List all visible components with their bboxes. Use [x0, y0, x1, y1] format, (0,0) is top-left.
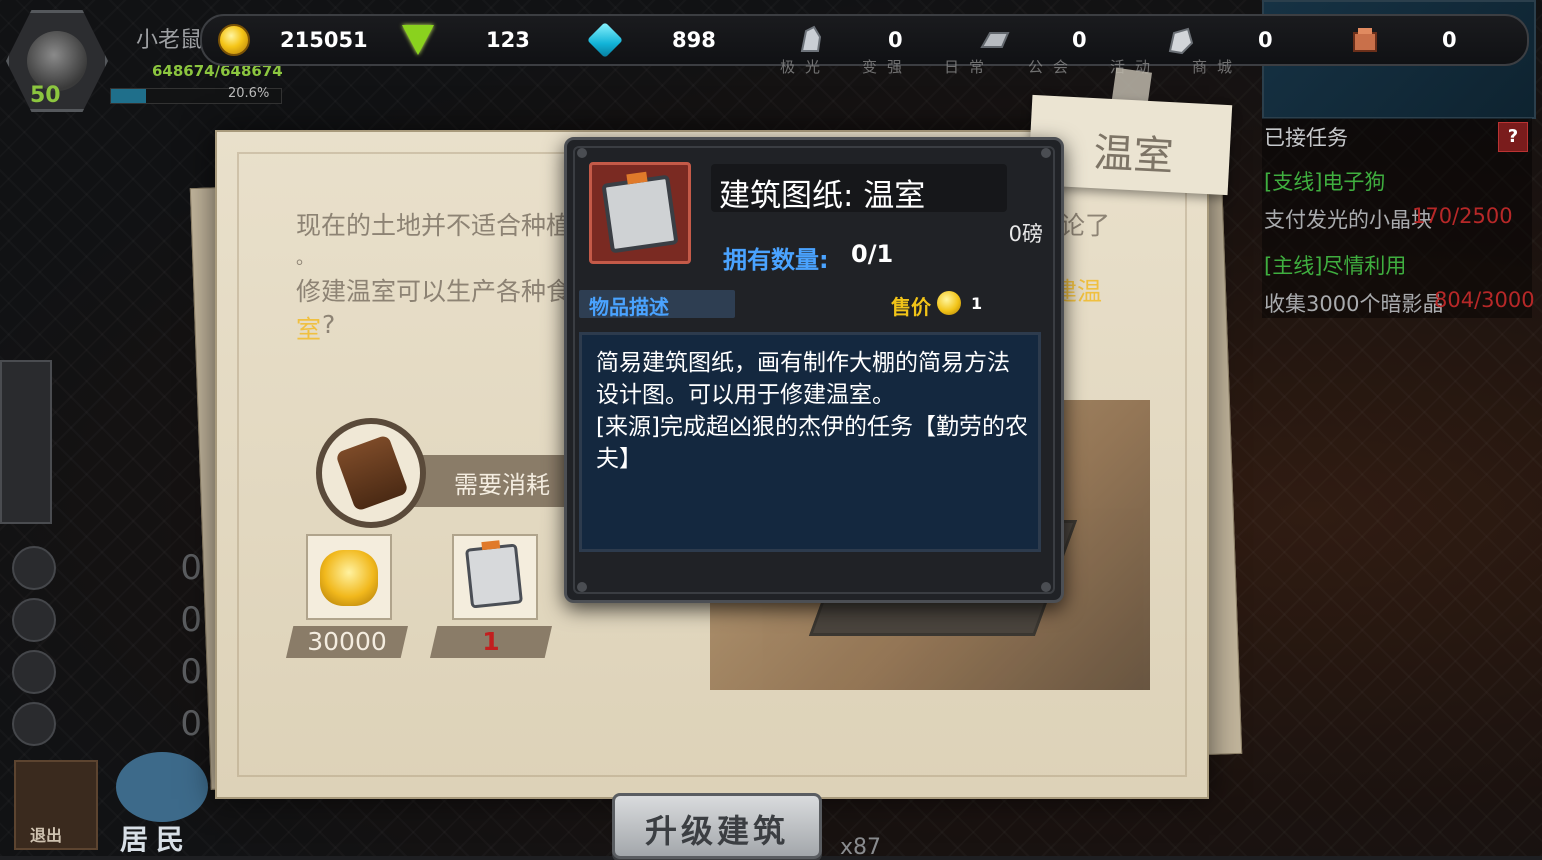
residents-icon[interactable]	[116, 752, 208, 822]
notice-title: 温室	[1092, 130, 1175, 181]
silver-ore-icon	[1168, 27, 1194, 55]
quest-tag-2[interactable]: [主线]尽情利用	[1264, 250, 1406, 280]
item-description: 简易建筑图纸，画有制作大棚的简易方法设计图。可以用于修建温室。 [来源]完成超凶…	[596, 350, 1028, 472]
gold-coin-stack-icon	[320, 550, 378, 606]
blue-diamond-icon	[586, 21, 624, 59]
quest-tag-1[interactable]: [支线]电子狗	[1264, 166, 1385, 196]
notice-text-line4-highlight: 室	[296, 315, 322, 344]
item-name-box: 建筑图纸: 温室	[711, 164, 1007, 214]
item-tooltip: 建筑图纸: 温室 0磅 拥有数量: 0/1 物品描述 售价 1 简易建筑图纸，画…	[564, 137, 1064, 603]
owned-count-label: 拥有数量:	[723, 246, 829, 274]
side-counter-metal: 0	[12, 650, 202, 694]
notice-text-line4-tail: ?	[322, 310, 336, 339]
resource-diamond[interactable]: 898	[586, 16, 716, 64]
metal-ingot-icon	[12, 650, 56, 694]
residents-label: 居民	[120, 823, 193, 856]
box-icon	[12, 546, 56, 590]
cost-blueprint-slot[interactable]	[452, 534, 538, 620]
resource-green-gem[interactable]: 123	[402, 16, 530, 64]
silver-ore-icon	[12, 598, 56, 642]
tab-aurora[interactable]: 极光	[780, 56, 830, 77]
wolf-avatar-icon	[27, 31, 87, 91]
tab-guild[interactable]: 公会	[1028, 56, 1078, 77]
player-level: 50	[30, 83, 61, 108]
item-weight: 0磅	[1008, 222, 1043, 246]
tab-shop[interactable]: 商城	[1192, 56, 1242, 77]
notice-text-line1: 现在的土地并不适合种植	[296, 211, 572, 240]
cost-gold-value: 30000	[286, 626, 408, 658]
crystal-fragment-icon	[12, 702, 56, 746]
owned-count-value: 0/1	[851, 240, 894, 268]
cost-blueprint-value: 1	[430, 626, 552, 658]
gold-coin-icon	[218, 24, 250, 56]
quest-progress-1: 170/2500	[1412, 204, 1513, 228]
resource-redbox[interactable]: 0	[1350, 16, 1457, 64]
cost-gold-slot[interactable]	[306, 534, 392, 620]
sell-price-label: 售价	[891, 295, 931, 319]
blueprint-icon	[601, 174, 679, 254]
sell-price-value: 1	[971, 294, 983, 313]
tab-daily[interactable]: 日常	[944, 56, 994, 77]
item-description-tab: 物品描述	[579, 290, 735, 319]
notice-text-line3: 修建温室可以生产各种食	[296, 277, 572, 306]
item-name: 建筑图纸: 温室	[719, 178, 926, 214]
item-slot	[589, 162, 691, 264]
exp-bar-fill	[111, 89, 147, 103]
hammer-tool-icon	[316, 418, 426, 528]
item-description-box: 简易建筑图纸，画有制作大棚的简易方法设计图。可以用于修建温室。 [来源]完成超凶…	[579, 332, 1041, 552]
side-expand-arrow[interactable]	[0, 360, 52, 524]
blueprint-icon	[465, 543, 523, 609]
upgrade-building-button[interactable]: 升级建筑	[612, 793, 822, 859]
side-counter-crystal: 0	[12, 702, 202, 746]
quest-panel[interactable]: 已接任务 ? [支线]电子狗 支付发光的小晶块 170/2500 [主线]尽情利…	[1262, 118, 1535, 318]
crystal-fragment-icon	[800, 25, 822, 52]
metal-ingot-icon	[980, 32, 1010, 48]
quest-progress-2: 804/3000	[1434, 288, 1535, 312]
player-name: 小老鼠	[136, 28, 203, 53]
exp-percent: 20.6%	[228, 86, 270, 101]
side-counter-box: 0	[12, 546, 202, 590]
notice-text-line1-tail: 论了	[1060, 211, 1111, 240]
notice-text-line2: 。	[296, 248, 314, 269]
resource-gold[interactable]: 215051	[218, 16, 368, 64]
unit-count: x87	[840, 835, 882, 860]
quest-desc-2: 收集3000个暗影晶	[1264, 292, 1444, 316]
side-counter-silver: 0	[12, 598, 202, 642]
tab-strengthen[interactable]: 变强	[862, 56, 912, 77]
gold-coin-icon	[937, 291, 961, 315]
quest-help-button[interactable]: ?	[1498, 122, 1528, 152]
exit-label: 退出	[30, 826, 63, 845]
quest-desc-1: 支付发光的小晶块	[1264, 208, 1432, 232]
green-gem-icon	[402, 25, 434, 55]
quest-header: 已接任务	[1264, 126, 1348, 150]
red-box-icon	[1353, 28, 1377, 52]
